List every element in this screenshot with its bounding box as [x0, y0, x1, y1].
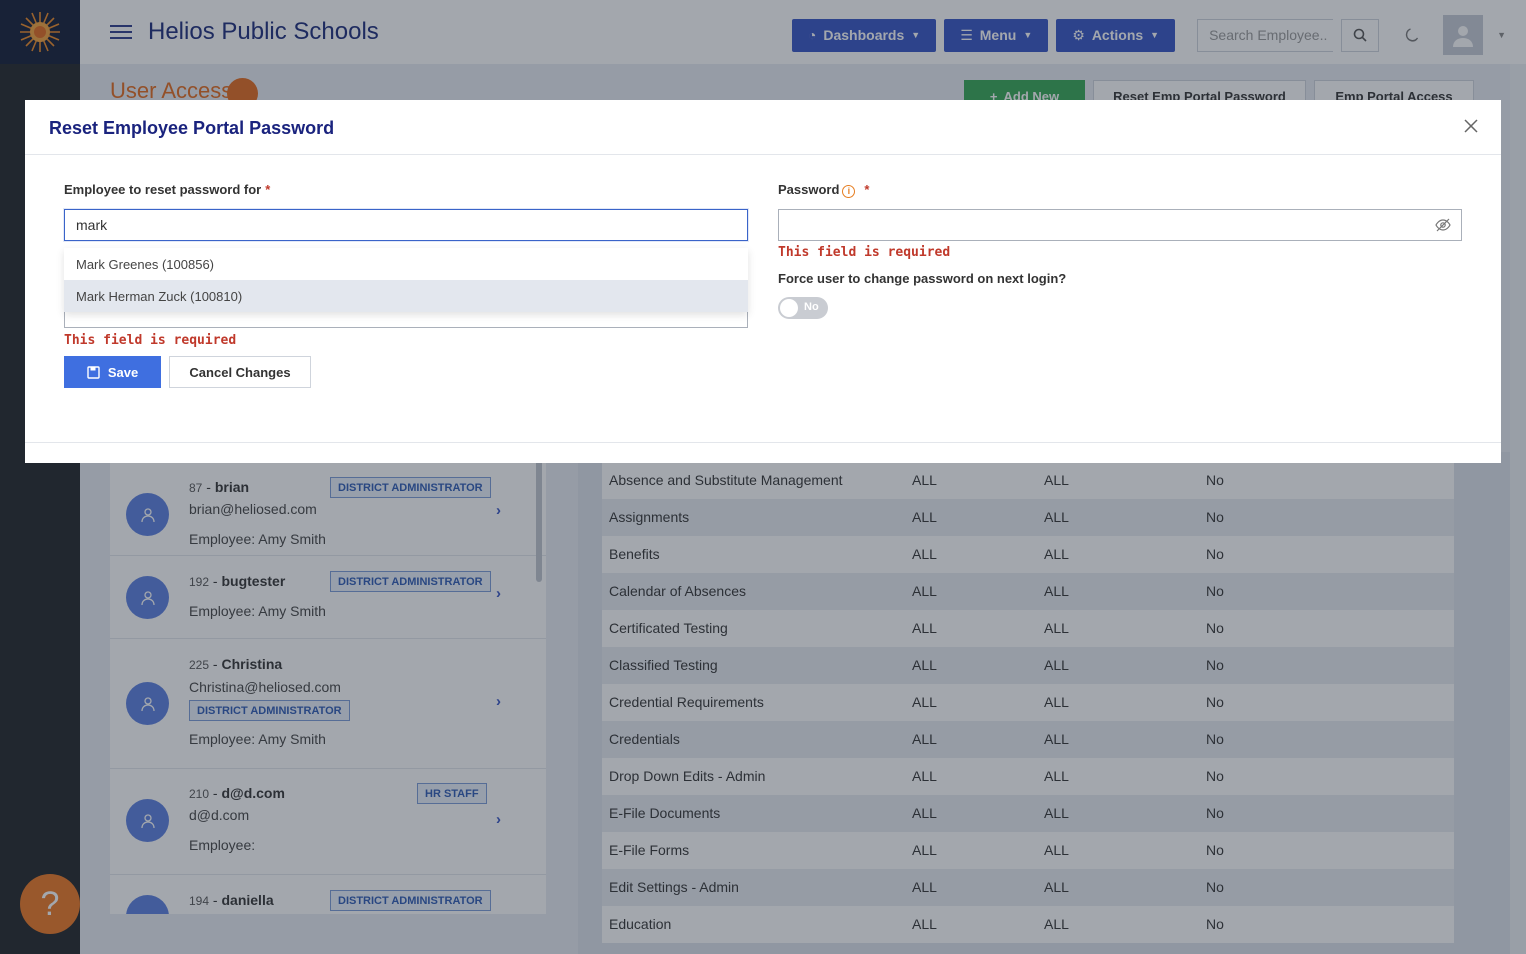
toggle-label: No — [804, 301, 819, 313]
password-input[interactable] — [778, 209, 1462, 241]
eye-slash-icon[interactable] — [1435, 218, 1451, 232]
employee-suggestions-dropdown: Mark Greenes (100856) Mark Herman Zuck (… — [64, 248, 748, 312]
modal-title: Reset Employee Portal Password — [49, 118, 335, 138]
modal-footer-divider — [25, 442, 1501, 443]
password-field-label: Password i * — [778, 182, 870, 198]
save-button[interactable]: Save — [64, 356, 161, 388]
password-error-text: This field is required — [778, 245, 951, 260]
dropdown-option[interactable]: Mark Herman Zuck (100810) — [64, 280, 748, 312]
employee-search-field[interactable]: mark — [64, 209, 748, 241]
reset-password-modal: Reset Employee Portal Password Employee … — [25, 100, 1501, 463]
toggle-knob — [780, 299, 798, 317]
employee-field-label: Employee to reset password for * — [64, 182, 271, 197]
cancel-changes-button[interactable]: Cancel Changes — [169, 356, 311, 388]
close-icon[interactable] — [1459, 114, 1483, 138]
modal-header: Reset Employee Portal Password — [25, 100, 1501, 155]
force-change-label: Force user to change password on next lo… — [778, 271, 1067, 286]
floppy-disk-icon — [87, 365, 100, 379]
force-change-toggle[interactable]: No — [778, 297, 828, 319]
info-icon[interactable]: i — [842, 185, 856, 198]
save-label: Save — [107, 364, 139, 380]
dropdown-option[interactable]: Mark Greenes (100856) — [64, 248, 748, 280]
employee-error-text: This field is required — [64, 333, 237, 348]
